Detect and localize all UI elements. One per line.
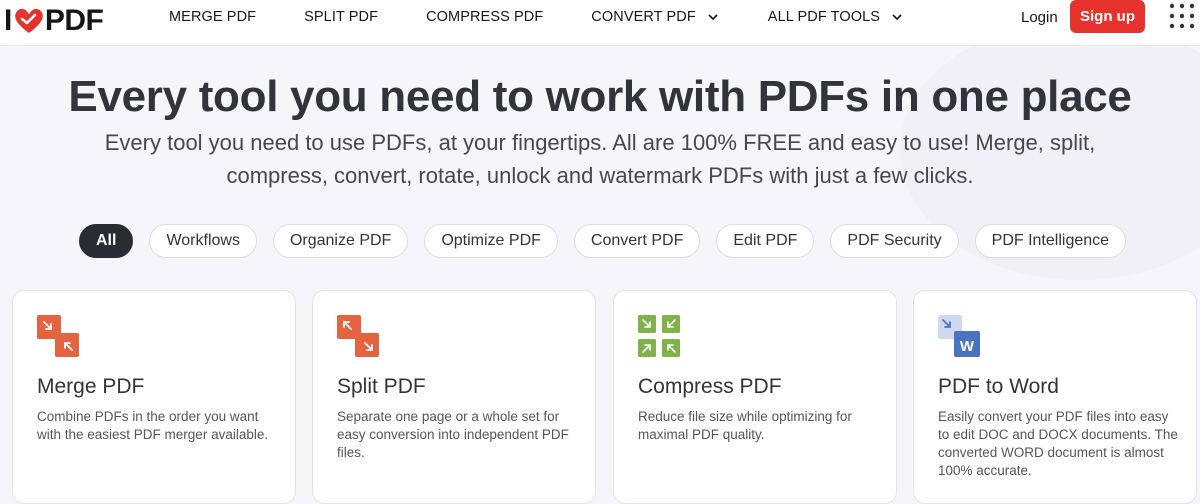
card-description: Easily convert your PDF files into easy … — [938, 409, 1178, 478]
heart-icon — [15, 8, 43, 34]
card-description: Separate one page or a whole set for eas… — [337, 409, 569, 460]
card-description: Combine PDFs in the order you want with … — [37, 409, 269, 442]
nav-convert-pdf[interactable]: CONVERT PDF — [591, 9, 718, 25]
filter-optimize-pdf[interactable]: Optimize PDF — [424, 224, 558, 258]
card-title: PDF to Word — [938, 375, 1059, 398]
ilovepdf-logo[interactable]: I PDF — [4, 4, 104, 38]
filter-workflows[interactable]: Workflows — [149, 224, 257, 258]
nav-compress-pdf[interactable]: COMPRESS PDF — [426, 9, 543, 25]
card-title: Compress PDF — [638, 375, 782, 398]
page-subtitle: Every tool you need to use PDFs, at your… — [104, 130, 1096, 188]
nav-convert-pdf-label: CONVERT PDF — [591, 9, 696, 25]
logo-text-pdf: PDF — [44, 4, 104, 37]
nav-split-pdf[interactable]: SPLIT PDF — [304, 9, 378, 25]
login-link[interactable]: Login — [1021, 9, 1058, 26]
logo-letter-i: I — [4, 4, 12, 37]
compress-icon — [638, 315, 680, 357]
card-title: Merge PDF — [37, 375, 145, 398]
tool-card-split-pdf[interactable]: Split PDF Separate one page or a whole s… — [312, 290, 596, 504]
filter-edit-pdf[interactable]: Edit PDF — [716, 224, 815, 258]
nav-merge-pdf[interactable]: MERGE PDF — [169, 9, 256, 25]
nav-all-pdf-tools[interactable]: ALL PDF TOOLS — [768, 9, 902, 25]
tool-card-compress-pdf[interactable]: Compress PDF Reduce file size while opti… — [613, 290, 897, 504]
merge-icon — [37, 315, 79, 357]
filter-pdf-security[interactable]: PDF Security — [830, 224, 959, 258]
tool-card-pdf-to-word[interactable]: W PDF to Word Easily convert your PDF fi… — [913, 290, 1197, 504]
filter-pdf-intelligence[interactable]: PDF Intelligence — [974, 224, 1127, 258]
filter-convert-pdf[interactable]: Convert PDF — [573, 224, 701, 258]
chevron-down-icon — [892, 13, 902, 20]
nav-merge-pdf-label: MERGE PDF — [169, 9, 257, 25]
nav-all-pdf-tools-label: ALL PDF TOOLS — [767, 9, 881, 25]
nav-split-pdf-label: SPLIT PDF — [304, 9, 379, 25]
split-icon — [337, 315, 379, 357]
page-title: Every tool you need to work with PDFs in… — [68, 72, 1132, 121]
card-description: Reduce file size while optimizing for ma… — [638, 409, 852, 442]
nav-compress-pdf-label: COMPRESS PDF — [426, 9, 544, 25]
card-title: Split PDF — [337, 375, 426, 398]
tool-card-merge-pdf[interactable]: Merge PDF Combine PDFs in the order you … — [12, 290, 296, 504]
filter-organize-pdf[interactable]: Organize PDF — [272, 224, 409, 258]
tool-category-filters: All Workflows Organize PDF Optimize PDF … — [79, 224, 1127, 258]
apps-grid-icon[interactable] — [1169, 3, 1195, 29]
chevron-down-icon — [708, 13, 718, 20]
signup-button[interactable]: Sign up — [1070, 0, 1145, 33]
word-icon-letter: W — [959, 337, 975, 355]
filter-all[interactable]: All — [79, 224, 134, 258]
main-nav: MERGE PDF SPLIT PDF COMPRESS PDF CONVERT… — [169, 0, 902, 34]
top-navigation-bar: I PDF MERGE PDF SPLIT PDF COMPRESS PDF C… — [0, 0, 1200, 46]
